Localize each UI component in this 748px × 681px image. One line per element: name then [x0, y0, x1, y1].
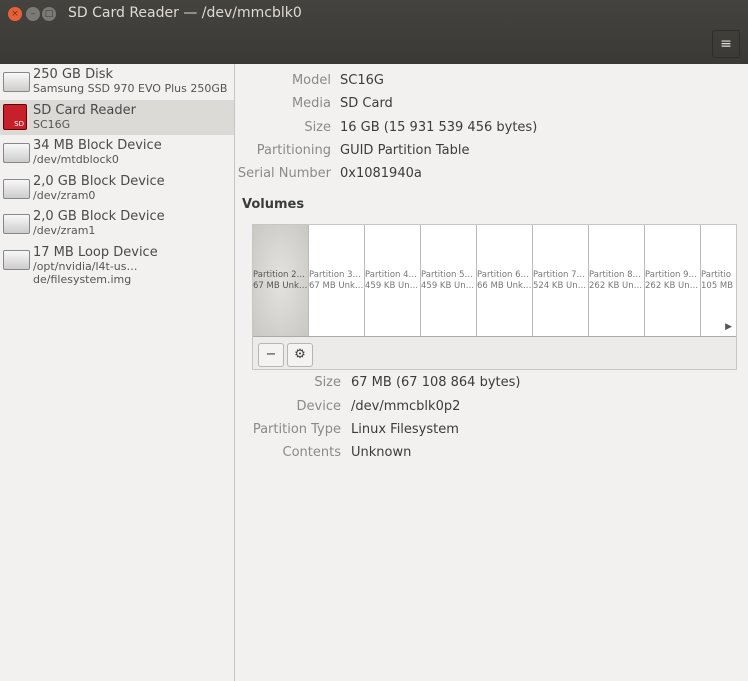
partition-name: Partitio [701, 270, 732, 280]
serial-value: 0x1081940a [340, 166, 422, 181]
size-label: Size [304, 120, 331, 135]
device-item-mtdblock0[interactable]: 34 MB Block Device/dev/mtdblock0 [0, 135, 234, 171]
partition-block[interactable]: Partition 7… 524 KB Un… [533, 225, 589, 336]
contents-value: Unknown [351, 445, 412, 460]
partition-map: Partition 2… 67 MB Unk… Partition 3… 67 MB… [253, 225, 736, 337]
partition-info: 262 KB Un… [589, 281, 643, 291]
partition-block[interactable]: Partition 3… 67 MB Unk… [309, 225, 365, 336]
partition-name: Partition 9… [645, 270, 698, 280]
device-title: 2,0 GB Block Device [33, 173, 165, 189]
hamburger-menu-button[interactable]: ≡ [712, 30, 740, 58]
partition-block[interactable]: Partition 2… 67 MB Unk… [253, 225, 309, 336]
device-subtitle: SC16G [33, 117, 71, 131]
minimize-button[interactable]: – [26, 7, 40, 21]
partition-name: Partition 3… [309, 270, 362, 280]
partition-type-label: Partition Type [252, 422, 341, 437]
partition-block[interactable]: Partitio 105 MB [701, 225, 736, 336]
device-label: Device [296, 399, 341, 414]
drive-icon [3, 214, 30, 235]
drive-icon [3, 249, 30, 270]
partitioning-label: Partitioning [256, 143, 331, 158]
partition-name: Partition 4… [365, 270, 418, 280]
contents-label: Contents [282, 445, 341, 460]
partition-block[interactable]: Partition 5… 459 KB Un… [421, 225, 477, 336]
partition-info: 524 KB Un… [533, 281, 587, 291]
partition-info: 459 KB Un… [365, 281, 419, 291]
device-item-250gb-disk[interactable]: 250 GB Disk Samsung SSD 970 EVO Plus 250G… [0, 64, 234, 100]
model-label: Model [291, 73, 331, 88]
partition-name: Partition 8… [589, 270, 642, 280]
device-item-zram1[interactable]: 2,0 GB Block Device/dev/zram1 [0, 206, 234, 242]
partition-info: 105 MB [701, 281, 734, 291]
device-title: 250 GB Disk [33, 67, 113, 82]
hard-disk-icon [3, 72, 30, 92]
media-value: SD Card [340, 96, 393, 111]
device-title: 2,0 GB Block Device [33, 209, 165, 225]
device-title: 34 MB Block Device [33, 138, 162, 154]
drive-icon [3, 178, 30, 199]
device-subtitle: /dev/zram1 [33, 224, 96, 238]
device-item-loop[interactable]: 17 MB Loop Device/opt/nvidia/l4t-us…de/f… [0, 242, 234, 286]
device-value: /dev/mmcblk0p2 [351, 399, 461, 414]
scroll-right-arrow-icon[interactable]: ▶ [725, 322, 732, 332]
device-subtitle: /opt/nvidia/l4t-us…de/filesystem.img [33, 259, 138, 286]
partition-name: Partition 2… [253, 270, 306, 280]
drive-icon [3, 143, 30, 164]
partition-size-label: Size [314, 375, 341, 390]
device-subtitle: Samsung SSD 970 EVO Plus 250GB [33, 82, 228, 95]
partition-block[interactable]: Partition 8… 262 KB Un… [589, 225, 645, 336]
partition-type-value: Linux Filesystem [351, 422, 459, 437]
device-title: 17 MB Loop Device [33, 244, 158, 260]
partition-info: 66 MB Unk… [477, 281, 532, 291]
sd-card-icon: SD [3, 103, 27, 130]
serial-label: Serial Number [237, 166, 331, 181]
remove-partition-button[interactable]: − [258, 343, 284, 367]
volumes-panel: Partition 2… 67 MB Unk… Partition 3… 67 MB… [252, 224, 737, 370]
partition-name: Partition 7… [533, 270, 586, 280]
close-button[interactable]: × [8, 7, 22, 21]
partition-info: 67 MB Unk… [253, 281, 308, 291]
device-item-sd-card-reader[interactable]: SD SD Card Reader SC16G [0, 99, 234, 136]
model-value: SC16G [340, 73, 384, 88]
partition-settings-gear-icon[interactable]: ⚙ [287, 343, 313, 367]
partition-name: Partition 5… [421, 270, 474, 280]
drive-details: Model SC16G Media SD Card Size 16 GB (15… [236, 64, 748, 681]
partitioning-value: GUID Partition Table [340, 143, 470, 158]
partition-block[interactable]: Partition 6… 66 MB Unk… [477, 225, 533, 336]
maximize-button[interactable]: □ [42, 7, 56, 21]
media-label: Media [291, 96, 331, 111]
partition-info: 67 MB Unk… [309, 281, 364, 291]
device-subtitle: /dev/zram0 [33, 188, 96, 202]
volumes-heading: Volumes [242, 197, 305, 212]
device-item-zram0[interactable]: 2,0 GB Block Device/dev/zram0 [0, 171, 234, 207]
partition-name: Partition 6… [477, 270, 530, 280]
size-value: 16 GB (15 931 539 456 bytes) [340, 120, 538, 135]
device-list: 250 GB Disk Samsung SSD 970 EVO Plus 250G… [0, 64, 235, 681]
partition-size-value: 67 MB (67 108 864 bytes) [351, 375, 521, 390]
device-title: SD Card Reader [33, 102, 136, 118]
partition-info: 262 KB Un… [645, 281, 699, 291]
partition-block[interactable]: Partition 4… 459 KB Un… [365, 225, 421, 336]
partition-block[interactable]: Partition 9… 262 KB Un… [645, 225, 701, 336]
window-title: SD Card Reader — /dev/mmcblk0 [68, 5, 302, 21]
partition-info: 459 KB Un… [421, 281, 475, 291]
device-subtitle: /dev/mtdblock0 [33, 153, 119, 167]
title-bar: × – □ SD Card Reader — /dev/mmcblk0 ≡ [0, 0, 748, 64]
